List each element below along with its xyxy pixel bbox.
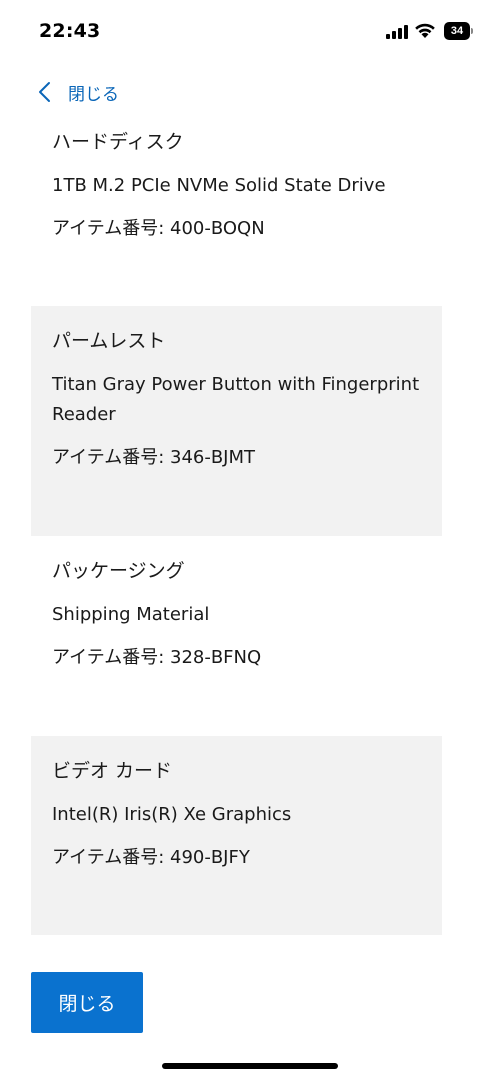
chevron-left-icon (39, 82, 50, 102)
item-description: 1TB M.2 PCIe NVMe Solid State Drive (52, 175, 386, 196)
back-link[interactable]: 閉じる (36, 76, 119, 108)
item-number: アイテム番号: 490-BJFY (52, 847, 250, 868)
item-description: Shipping Material (52, 604, 210, 625)
item-description: Intel(R) Iris(R) Xe Graphics (52, 804, 292, 825)
battery-level: 34 (450, 25, 464, 37)
item-description: Titan Gray Power Button with Fingerprint… (52, 374, 420, 425)
item-category: ビデオ カード (52, 760, 173, 782)
back-link-label: 閉じる (68, 84, 119, 105)
list-item: パッケージング Shipping Material アイテム番号: 328-BF… (31, 536, 442, 736)
close-button[interactable]: 閉じる (31, 972, 143, 1033)
item-category: ハードディスク (52, 131, 184, 153)
home-indicator[interactable] (162, 1063, 338, 1069)
status-bar: 22:43 34 (0, 0, 500, 64)
signal-icon (386, 25, 408, 39)
list-item: ハードディスク 1TB M.2 PCIe NVMe Solid State Dr… (31, 130, 442, 270)
item-number: アイテム番号: 400-BOQN (52, 218, 265, 239)
item-category: パームレスト (52, 330, 166, 352)
status-time: 22:43 (39, 20, 101, 42)
item-number: アイテム番号: 328-BFNQ (52, 647, 262, 668)
wifi-icon (415, 23, 435, 38)
list-item: パームレスト Titan Gray Power Button with Fing… (31, 306, 442, 536)
item-category: パッケージング (52, 560, 185, 582)
item-number: アイテム番号: 346-BJMT (52, 447, 256, 468)
battery-icon: 34 (444, 22, 474, 40)
list-item: ビデオ カード Intel(R) Iris(R) Xe Graphics アイテ… (31, 736, 442, 935)
